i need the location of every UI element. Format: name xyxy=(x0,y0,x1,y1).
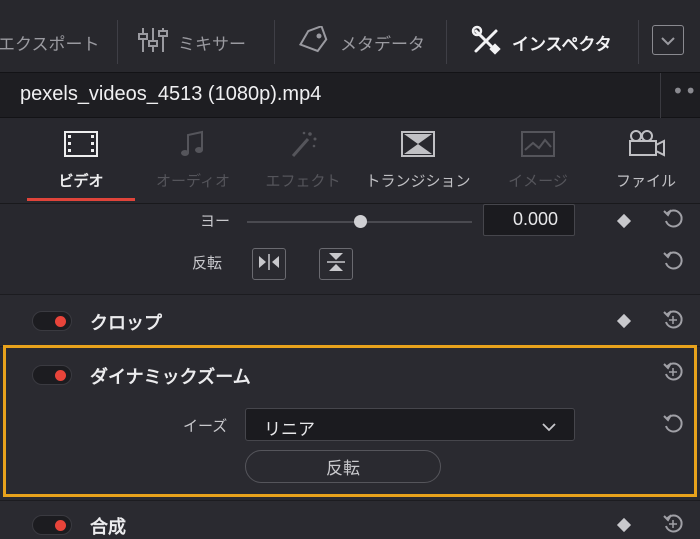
toolbar-export[interactable]: エクスポート xyxy=(0,26,100,58)
magic-wand-icon xyxy=(288,128,318,160)
crop-title: クロップ xyxy=(90,313,162,334)
toolbar-mixer-label: ミキサー xyxy=(178,34,246,55)
clip-name-bar: pexels_videos_4513 (1080p).mp4 •• xyxy=(0,72,700,119)
toolbar-mixer[interactable]: ミキサー xyxy=(138,26,246,58)
toolbar-divider xyxy=(274,20,275,64)
tab-transition[interactable]: トランジション xyxy=(363,118,473,204)
reset-icon[interactable] xyxy=(662,208,684,234)
yaw-value-field[interactable]: 0.000 xyxy=(483,204,575,236)
reset-icon[interactable] xyxy=(662,250,684,276)
keyframe-diamond-icon[interactable] xyxy=(616,213,632,229)
image-icon xyxy=(520,128,556,160)
toolbar-divider xyxy=(446,20,447,64)
active-tab-indicator xyxy=(27,198,135,201)
flip-horizontal-icon xyxy=(257,254,281,274)
tab-effects[interactable]: エフェクト xyxy=(255,118,351,204)
more-dots-icon[interactable]: •• xyxy=(672,79,698,103)
flip-label: 反転 xyxy=(192,254,223,272)
tab-effects-label: エフェクト xyxy=(265,172,341,190)
top-toolbar: エクスポート ミキサー メタデータ インスペクタ xyxy=(0,0,700,80)
flip-vertical-icon xyxy=(327,251,345,277)
reset-add-icon[interactable] xyxy=(662,309,684,335)
tab-video-label: ビデオ xyxy=(58,172,104,190)
tab-video[interactable]: ビデオ xyxy=(27,118,135,204)
yaw-slider[interactable] xyxy=(247,215,472,228)
yaw-slider-knob[interactable] xyxy=(353,215,367,228)
keyframe-diamond-icon[interactable] xyxy=(616,517,632,533)
toolbar-inspector[interactable]: インスペクタ xyxy=(470,25,612,60)
transition-icon xyxy=(400,128,436,160)
toolbar-inspector-label: インスペクタ xyxy=(512,34,612,55)
tab-image[interactable]: イメージ xyxy=(490,118,586,204)
crop-section: クロップ xyxy=(0,294,700,346)
music-note-icon xyxy=(178,128,208,160)
tab-audio-label: オーディオ xyxy=(156,172,230,190)
inspector-tabs: ビデオ オーディオ エフェクト トランジション イメージ ファイル xyxy=(0,118,700,204)
camera-icon xyxy=(626,128,666,160)
metadata-tag-icon xyxy=(296,24,330,59)
clip-name: pexels_videos_4513 (1080p).mp4 xyxy=(20,83,322,105)
toolbar-export-label: エクスポート xyxy=(0,34,100,55)
inspector-tools-icon xyxy=(470,25,502,60)
toolbar-divider xyxy=(638,20,639,64)
tab-file-label: ファイル xyxy=(615,172,676,190)
tab-file[interactable]: ファイル xyxy=(598,118,694,204)
tab-image-label: イメージ xyxy=(508,172,568,190)
toolbar-metadata[interactable]: メタデータ xyxy=(296,24,425,59)
panel-collapse-button[interactable] xyxy=(652,25,684,55)
flip-vertical-button[interactable] xyxy=(319,248,353,280)
keyframe-diamond-icon[interactable] xyxy=(616,313,632,329)
tab-audio[interactable]: オーディオ xyxy=(145,118,241,204)
flip-horizontal-button[interactable] xyxy=(252,248,286,280)
highlight-frame xyxy=(3,345,697,497)
composite-section: 合成 xyxy=(0,500,700,539)
tab-transition-label: トランジション xyxy=(365,172,471,190)
toolbar-metadata-label: メタデータ xyxy=(340,34,425,55)
clipbar-divider xyxy=(660,73,661,119)
toolbar-divider xyxy=(117,20,118,64)
composite-toggle[interactable] xyxy=(32,515,72,535)
yaw-label: ヨー xyxy=(200,212,231,230)
composite-title: 合成 xyxy=(90,517,126,538)
crop-toggle[interactable] xyxy=(32,311,72,331)
reset-add-icon[interactable] xyxy=(662,513,684,539)
transform-controls: ヨー 0.000 反転 xyxy=(0,204,700,294)
film-icon xyxy=(63,128,99,160)
chevron-down-icon xyxy=(660,31,676,50)
mixer-icon xyxy=(138,26,168,59)
